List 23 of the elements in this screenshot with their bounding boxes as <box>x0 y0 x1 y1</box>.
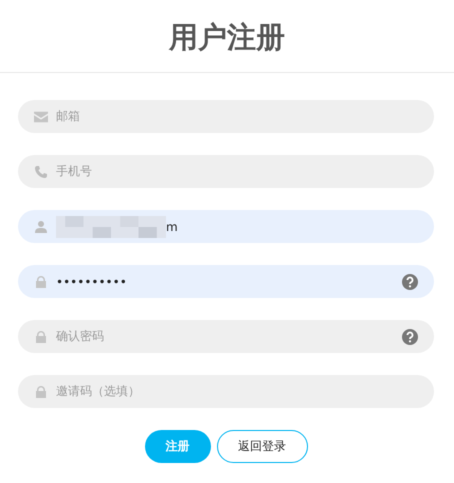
field-value: m <box>166 220 178 234</box>
placeholder-text: 邮箱 <box>56 108 80 125</box>
field-value: •••••••••• <box>56 274 127 288</box>
input-field[interactable]: 手机号 <box>18 155 434 188</box>
lock-icon <box>34 386 48 398</box>
lock-icon <box>34 330 48 342</box>
placeholder-text: 邀请码（选填） <box>56 383 140 400</box>
input-field[interactable]: 确认密码 <box>18 320 434 353</box>
lock-icon <box>34 276 48 288</box>
placeholder-text: 确认密码 <box>56 328 104 345</box>
page-title: 用户注册 <box>168 19 286 56</box>
input-field[interactable]: 邀请码（选填） <box>18 375 434 408</box>
help-icon[interactable] <box>402 274 418 290</box>
back-to-login-button[interactable]: 返回登录 <box>216 430 308 463</box>
mail-icon <box>34 110 48 122</box>
input-field[interactable]: •••••••••• <box>18 265 434 298</box>
user-icon <box>34 220 48 232</box>
phone-icon <box>34 166 48 178</box>
input-field[interactable]: m <box>18 210 434 243</box>
input-field[interactable]: 邮箱 <box>18 100 434 133</box>
help-icon[interactable] <box>402 328 418 344</box>
register-button[interactable]: 注册 <box>144 430 210 463</box>
placeholder-text: 手机号 <box>56 163 92 180</box>
